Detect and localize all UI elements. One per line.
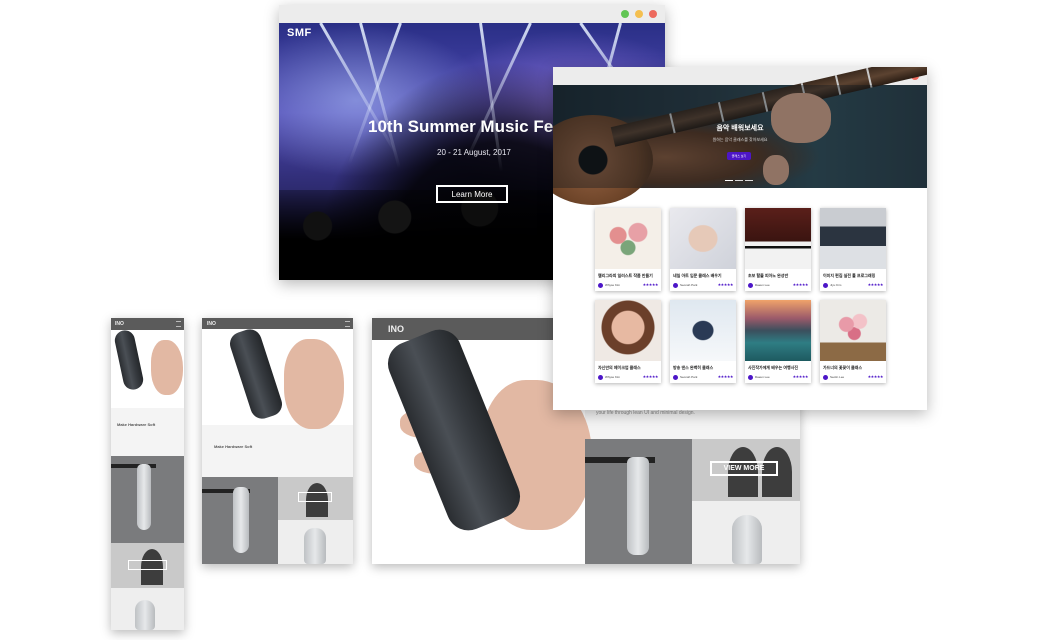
lake-photo-image: [745, 300, 811, 361]
flowers-image: [820, 300, 886, 361]
class-card[interactable]: 사진작가에게 배우는 여행사진 Daeun Lee ★★★★★: [745, 300, 811, 383]
ino-tablet-preview: INO Make Hardware Soft: [202, 318, 353, 564]
star-rating: ★★★★★: [642, 374, 659, 379]
avatar: [823, 283, 828, 288]
window-titlebar: [279, 5, 665, 23]
nail-art-image: [670, 208, 736, 269]
avatar: [748, 375, 753, 380]
laptop-image: [820, 208, 886, 269]
star-rating: ★★★★★: [792, 282, 809, 287]
class-card-author: Jiyu Kim: [830, 283, 842, 287]
class-card-author: Seolin Lee: [830, 375, 845, 379]
class-card-grid: 캘리그라피 일러스트 작품 만들기 Whyse Kim ★★★★★ 네일 아트 …: [595, 208, 891, 383]
product-title: Make Hardware Soft: [214, 444, 253, 449]
class-card-title: 초보 탈출 피아노 완성반: [748, 273, 789, 278]
class-card-author: Daeun Lee: [755, 375, 770, 379]
avatar: [673, 375, 678, 380]
avatar: [673, 283, 678, 288]
dance-image: [670, 300, 736, 361]
avatar: [598, 375, 603, 380]
product-hero-image: [202, 326, 353, 429]
class-card-author: Daeun Lee: [755, 283, 770, 287]
carousel-indicator-active[interactable]: [725, 180, 733, 181]
white-object-panel: [692, 501, 800, 564]
white-object-panel: [278, 520, 353, 564]
class-card-author: Seonah Park: [680, 283, 698, 287]
class-card[interactable]: 네일 아트 입문 클래스 배우기 Seonah Park ★★★★★: [670, 208, 736, 291]
festival-date: 20 - 21 August, 2017: [437, 148, 511, 157]
star-rating: ★★★★★: [867, 374, 884, 379]
avatar: [598, 283, 603, 288]
star-rating: ★★★★★: [792, 374, 809, 379]
menu-icon[interactable]: [345, 321, 350, 327]
window-maximize-control[interactable]: [635, 10, 643, 18]
carousel-indicator[interactable]: [735, 180, 743, 181]
bottle-panel: [585, 439, 692, 564]
music-class-window: 음악 배워보세요 원하는 음악 클래스를 찾아보세요 클래스 보기 캘리그라피 …: [553, 67, 927, 410]
product-hero-image: [111, 328, 184, 408]
ino-mobile-preview: INO Make Hardware Soft: [111, 318, 184, 630]
hero-subtitle: 원하는 음악 클래스를 찾아보세요: [712, 137, 768, 142]
ino-header: INO: [111, 318, 184, 330]
star-rating: ★★★★★: [717, 374, 734, 379]
star-rating: ★★★★★: [867, 282, 884, 287]
class-card-author: Whyse Kim: [605, 375, 621, 379]
class-card[interactable]: 초보 탈출 피아노 완성반 Daeun Lee ★★★★★: [745, 208, 811, 291]
class-card-title: 가드너의 꽃꽂이 클래스: [823, 365, 863, 370]
class-card[interactable]: 가드너의 꽃꽂이 클래스 Seolin Lee ★★★★★: [820, 300, 886, 383]
ino-logo[interactable]: INO: [388, 324, 404, 334]
view-more-button[interactable]: VIEW MORE: [710, 461, 778, 476]
festival-logo[interactable]: SMF: [287, 27, 312, 39]
bottle-panel: [202, 477, 278, 564]
makeup-image: [595, 300, 661, 361]
class-card-author: Seonah Park: [680, 375, 698, 379]
white-object-panel: [111, 588, 184, 630]
menu-icon[interactable]: [176, 321, 181, 327]
hook-panel: [111, 543, 184, 588]
class-card-title: 캘리그라피 일러스트 작품 만들기: [598, 273, 653, 278]
piano-image: [745, 208, 811, 269]
hero-cta-button[interactable]: 클래스 보기: [727, 152, 751, 160]
class-card-title: 사진작가에게 배우는 여행사진: [748, 365, 799, 370]
class-card-title: 자신만의 메이크업 클래스: [598, 365, 641, 370]
product-description: your life through lean UI and minimal de…: [596, 410, 695, 416]
ino-logo[interactable]: INO: [115, 321, 124, 327]
hook-panel: [278, 477, 353, 520]
class-card-title: 네일 아트 입문 클래스 배우기: [673, 273, 722, 278]
bottle-panel: [111, 456, 184, 543]
class-card[interactable]: 방송 댄스 완벽히 클래스 Seonah Park ★★★★★: [670, 300, 736, 383]
class-card[interactable]: 이미지 편집 실전 툴 프로그래밍 Jiyu Kim ★★★★★: [820, 208, 886, 291]
avatar: [748, 283, 753, 288]
class-card-author: Whyse Kim: [605, 283, 621, 287]
flower-drawing-image: [595, 208, 661, 269]
avatar: [823, 375, 828, 380]
window-minimize-control[interactable]: [621, 10, 629, 18]
festival-title: 10th Summer Music Festi: [368, 117, 574, 136]
star-rating: ★★★★★: [717, 282, 734, 287]
ino-header: INO: [202, 318, 353, 329]
learn-more-button[interactable]: Learn More: [436, 185, 508, 203]
star-rating: ★★★★★: [642, 282, 659, 287]
class-card-title: 방송 댄스 완벽히 클래스: [673, 365, 714, 370]
hero-title: 음악 배워보세요: [716, 125, 764, 132]
class-card-title: 이미지 편집 실전 툴 프로그래밍: [823, 273, 876, 278]
carousel-indicator[interactable]: [745, 180, 753, 181]
class-card[interactable]: 자신만의 메이크업 클래스 Whyse Kim ★★★★★: [595, 300, 661, 383]
ino-logo[interactable]: INO: [207, 321, 216, 327]
class-card[interactable]: 캘리그라피 일러스트 작품 만들기 Whyse Kim ★★★★★: [595, 208, 661, 291]
window-close-control[interactable]: [649, 10, 657, 18]
product-title: Make Hardware Soft: [117, 422, 156, 427]
